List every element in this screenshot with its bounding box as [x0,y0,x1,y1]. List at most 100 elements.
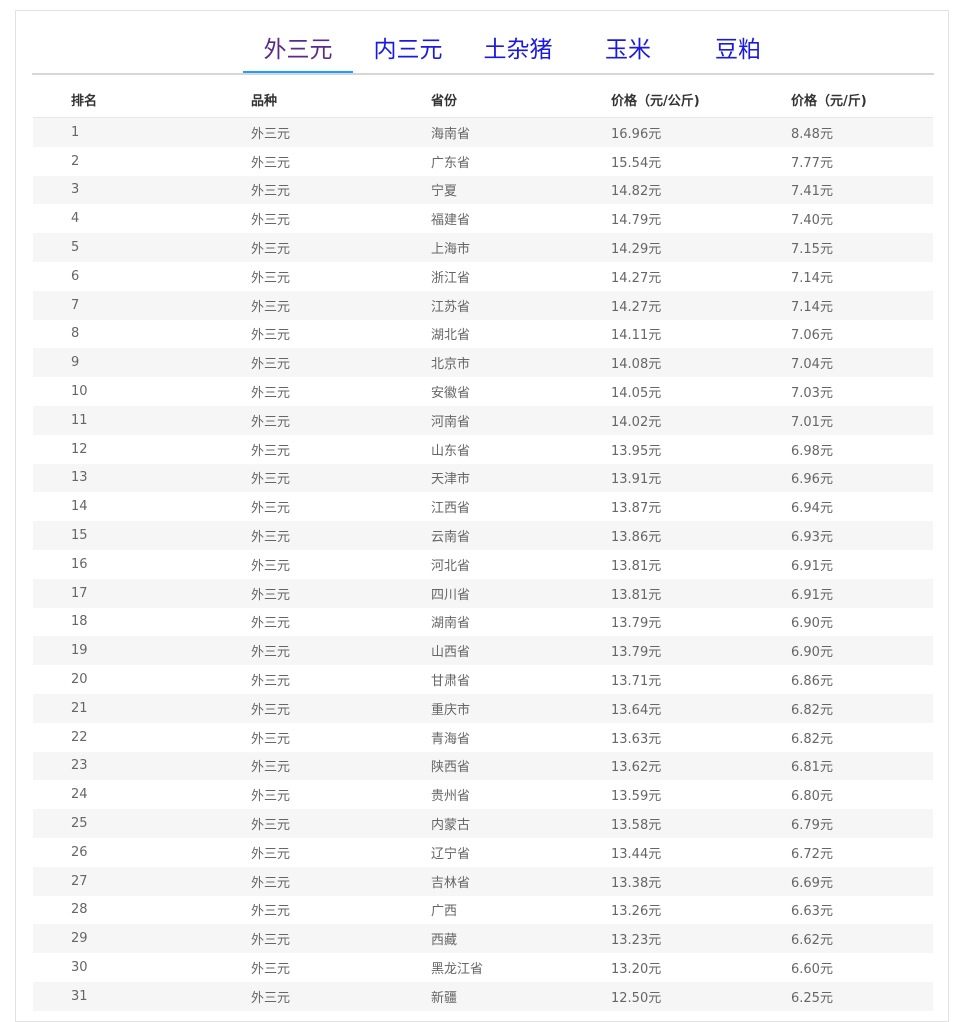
province-cell: 山东省 [393,434,573,464]
province-cell: 辽宁省 [393,837,573,867]
province-cell: 广东省 [393,146,573,176]
rank-cell: 18 [33,607,213,637]
price-per-jin-cell: 6.96元 [753,463,933,493]
column-header-breed: 品种 [213,81,393,118]
table-body: 1 外三元 海南省 16.96元 8.48元 2 外三元 广东省 15.54元 7.77元 3 外三元… [33,117,933,1011]
price-per-jin-cell: 6.69元 [753,866,933,896]
rank-cell: 11 [33,405,213,435]
price-per-kg-cell: 13.44元 [573,837,753,867]
table-row: 3 外三元 宁夏 14.82元 7.41元 [33,175,933,205]
province-cell: 贵州省 [393,780,573,810]
breed-cell: 外三元 [213,319,393,349]
price-per-jin-cell: 6.63元 [753,895,933,925]
price-per-kg-cell: 14.29元 [573,233,753,262]
breed-cell: 外三元 [213,204,393,234]
price-per-kg-cell: 14.27元 [573,290,753,320]
province-cell: 河北省 [393,549,573,579]
breed-cell: 外三元 [213,175,393,205]
breed-cell: 外三元 [213,981,393,1011]
price-table-container: 排名 品种 省份 价格（元/公斤) 价格（元/斤) 1 外三元 海南省 16.96元 8… [33,81,933,1011]
table-row: 17 外三元 四川省 13.81元 6.91元 [33,578,933,608]
rank-cell: 13 [33,463,213,493]
breed-cell: 外三元 [213,492,393,522]
price-per-kg-cell: 13.79元 [573,607,753,637]
breed-cell: 外三元 [213,578,393,608]
province-cell: 宁夏 [393,175,573,205]
price-per-jin-cell: 7.14元 [753,261,933,291]
price-per-kg-cell: 13.59元 [573,780,753,810]
rank-cell: 23 [33,751,213,781]
province-cell: 新疆 [393,981,573,1011]
price-per-kg-cell: 13.81元 [573,549,753,579]
table-row: 9 外三元 北京市 14.08元 7.04元 [33,348,933,378]
price-per-kg-cell: 13.91元 [573,463,753,493]
active-tab-indicator [243,71,353,73]
price-per-jin-cell: 6.86元 [753,665,933,694]
table-row: 25 外三元 内蒙古 13.58元 6.79元 [33,809,933,838]
price-per-jin-cell: 7.14元 [753,290,933,320]
table-row: 23 外三元 陕西省 13.62元 6.81元 [33,751,933,781]
table-row: 14 外三元 江西省 13.87元 6.94元 [33,492,933,522]
province-cell: 吉林省 [393,866,573,896]
price-per-kg-cell: 13.62元 [573,751,753,781]
table-row: 8 外三元 湖北省 14.11元 7.06元 [33,319,933,349]
price-per-kg-cell: 14.08元 [573,348,753,378]
breed-cell: 外三元 [213,146,393,176]
rank-cell: 16 [33,549,213,579]
price-per-jin-cell: 7.04元 [753,348,933,378]
price-per-jin-cell: 6.82元 [753,693,933,723]
price-per-jin-cell: 7.41元 [753,175,933,205]
rank-cell: 3 [33,175,213,205]
breed-cell: 外三元 [213,434,393,464]
rank-cell: 19 [33,636,213,666]
price-per-kg-cell: 14.82元 [573,175,753,205]
province-cell: 青海省 [393,722,573,752]
breed-cell: 外三元 [213,348,393,378]
price-per-kg-cell: 13.58元 [573,809,753,838]
rank-cell: 22 [33,722,213,752]
price-per-kg-cell: 16.96元 [573,117,753,147]
tab-doupo[interactable]: 豆粕 [683,35,793,73]
breed-cell: 外三元 [213,233,393,262]
breed-cell: 外三元 [213,866,393,896]
price-per-kg-cell: 14.79元 [573,204,753,234]
rank-cell: 20 [33,665,213,694]
rank-cell: 26 [33,837,213,867]
table-row: 18 外三元 湖南省 13.79元 6.90元 [33,607,933,637]
tab-waisanyuan[interactable]: 外三元 [243,35,353,73]
rank-cell: 30 [33,953,213,982]
table-row: 6 外三元 浙江省 14.27元 7.14元 [33,261,933,291]
rank-cell: 24 [33,780,213,810]
province-cell: 云南省 [393,521,573,550]
breed-cell: 外三元 [213,751,393,781]
price-per-kg-cell: 13.87元 [573,492,753,522]
rank-cell: 9 [33,348,213,378]
province-cell: 陕西省 [393,751,573,781]
breed-cell: 外三元 [213,780,393,810]
table-row: 21 外三元 重庆市 13.64元 6.82元 [33,693,933,723]
table-row: 27 外三元 吉林省 13.38元 6.69元 [33,866,933,896]
price-per-jin-cell: 6.94元 [753,492,933,522]
price-per-jin-cell: 7.06元 [753,319,933,349]
province-cell: 四川省 [393,578,573,608]
province-cell: 甘肃省 [393,665,573,694]
rank-cell: 6 [33,261,213,291]
rank-cell: 10 [33,377,213,406]
tab-yumi[interactable]: 玉米 [573,35,683,73]
province-cell: 内蒙古 [393,809,573,838]
rank-cell: 5 [33,233,213,262]
province-cell: 上海市 [393,233,573,262]
price-per-jin-cell: 6.80元 [753,780,933,810]
tab-neisanyuan[interactable]: 内三元 [353,35,463,73]
table-row: 1 外三元 海南省 16.96元 8.48元 [33,117,933,147]
province-cell: 重庆市 [393,693,573,723]
table-row: 20 外三元 甘肃省 13.71元 6.86元 [33,665,933,694]
column-header-price-per-kg: 价格（元/公斤) [573,81,753,118]
price-per-jin-cell: 6.81元 [753,751,933,781]
price-per-jin-cell: 8.48元 [753,117,933,147]
province-cell: 海南省 [393,117,573,147]
tab-tuzazhu[interactable]: 土杂猪 [463,35,573,73]
price-per-jin-cell: 6.98元 [753,434,933,464]
breed-cell: 外三元 [213,377,393,406]
rank-cell: 31 [33,981,213,1011]
